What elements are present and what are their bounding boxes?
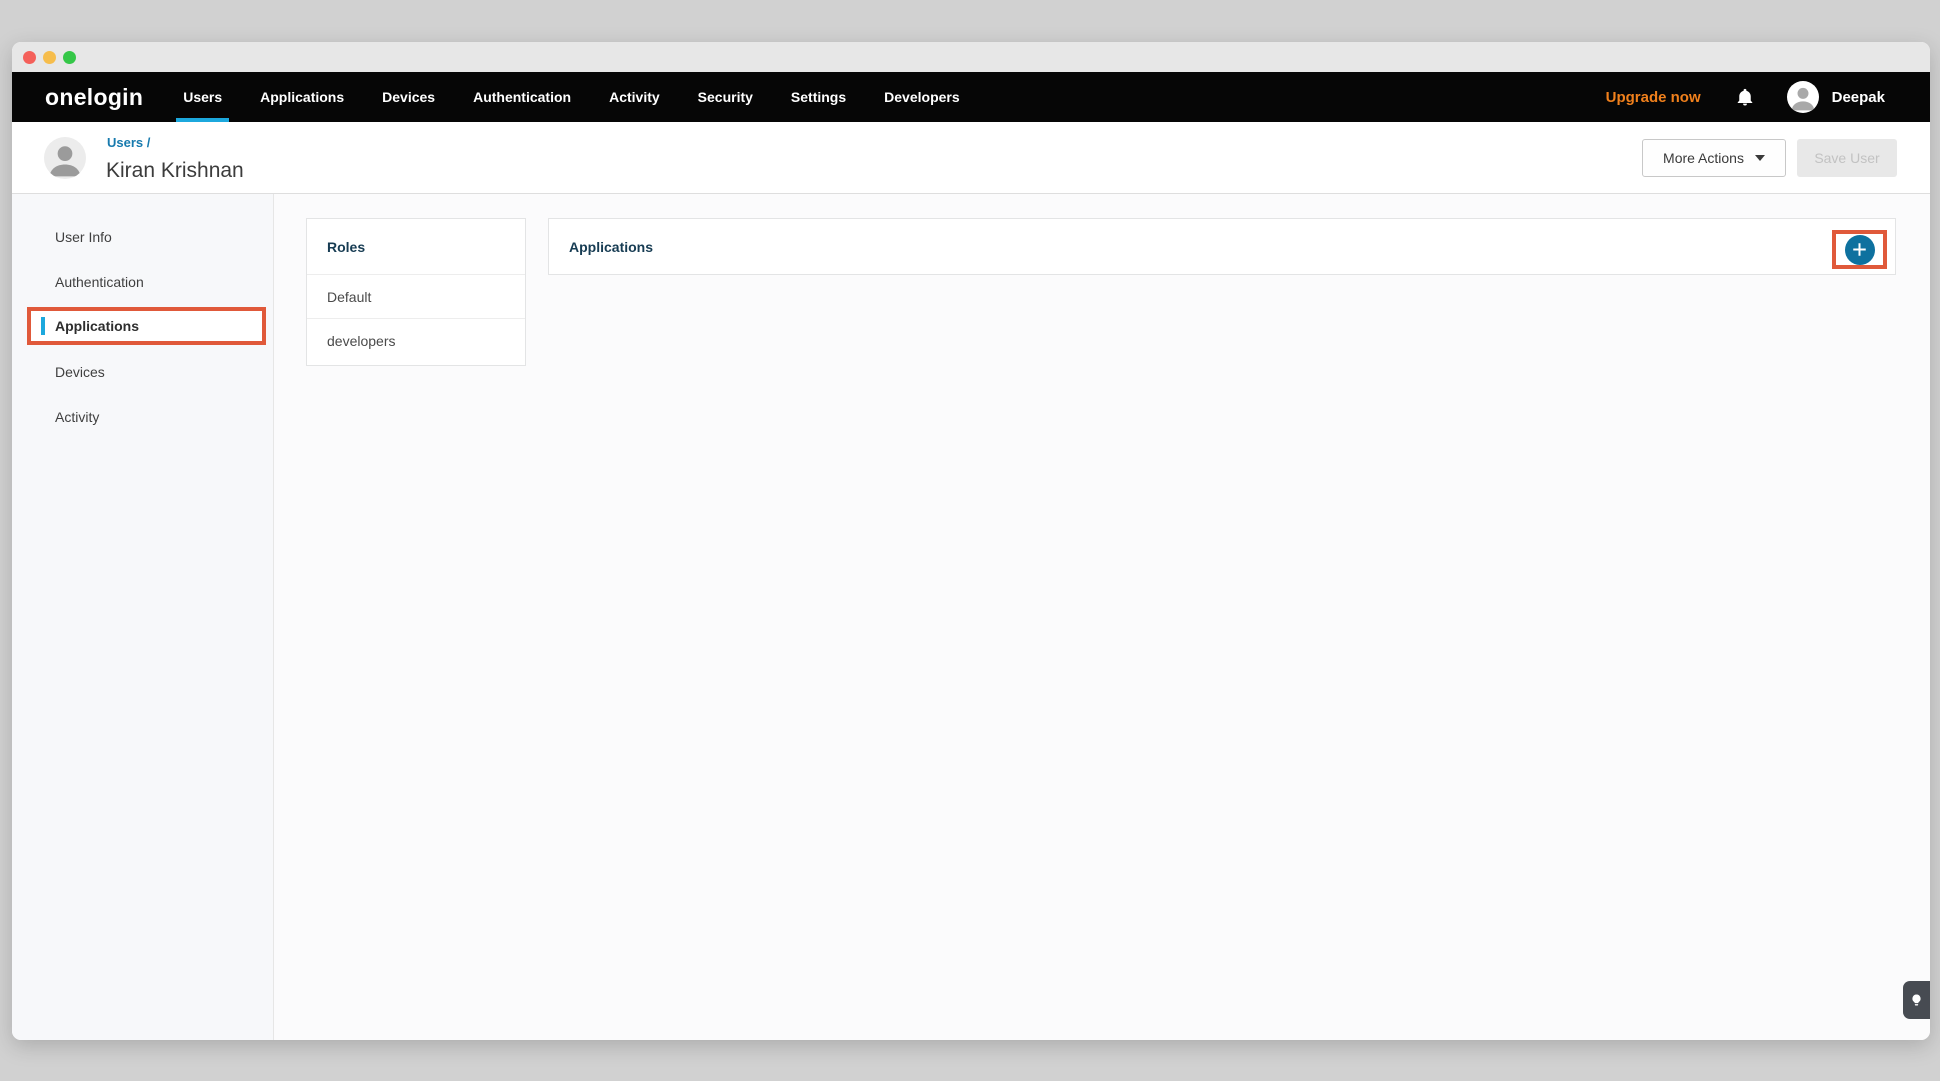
close-window-button[interactable]	[23, 51, 36, 64]
applications-panel-title: Applications	[549, 219, 1895, 275]
save-user-button[interactable]: Save User	[1797, 139, 1897, 177]
roles-panel: Roles Default developers	[306, 218, 526, 366]
sidebar-item-user-info[interactable]: User Info	[12, 214, 273, 259]
upgrade-now-link[interactable]: Upgrade now	[1606, 89, 1701, 106]
page-header: Users / Kiran Krishnan More Actions Save…	[12, 122, 1930, 194]
onelogin-logo[interactable]: onelogin	[45, 84, 143, 111]
page-title: Kiran Krishnan	[106, 159, 244, 183]
nav-menu: Users Applications Devices Authenticatio…	[164, 72, 978, 122]
nav-item-applications[interactable]: Applications	[241, 72, 363, 122]
nav-item-authentication[interactable]: Authentication	[454, 72, 590, 122]
nav-item-developers[interactable]: Developers	[865, 72, 978, 122]
top-nav: onelogin Users Applications Devices Auth…	[12, 72, 1930, 122]
role-row-developers[interactable]: developers	[307, 319, 525, 363]
nav-item-activity[interactable]: Activity	[590, 72, 679, 122]
plus-icon	[1852, 242, 1867, 257]
window-titlebar	[12, 42, 1930, 72]
add-application-button[interactable]	[1845, 235, 1875, 265]
chevron-down-icon	[1755, 155, 1765, 161]
roles-panel-title: Roles	[307, 219, 525, 275]
lightbulb-icon	[1909, 993, 1924, 1008]
nav-item-security[interactable]: Security	[679, 72, 772, 122]
help-lightbulb-tab[interactable]	[1903, 981, 1930, 1019]
main-panel: Roles Default developers Applications	[274, 194, 1930, 1040]
role-row-default[interactable]: Default	[307, 275, 525, 319]
nav-item-users[interactable]: Users	[164, 72, 241, 122]
app-window: onelogin Users Applications Devices Auth…	[12, 42, 1930, 1040]
zoom-window-button[interactable]	[63, 51, 76, 64]
nav-item-devices[interactable]: Devices	[363, 72, 454, 122]
nav-right-cluster: Upgrade now Deepak	[1606, 81, 1885, 113]
account-name[interactable]: Deepak	[1832, 89, 1885, 106]
more-actions-label: More Actions	[1663, 150, 1744, 166]
minimize-window-button[interactable]	[43, 51, 56, 64]
content-area: User Info Authentication Applications De…	[12, 194, 1930, 1040]
applications-panel: Applications	[548, 218, 1896, 275]
sidebar-item-authentication[interactable]: Authentication	[12, 259, 273, 304]
sidebar-item-activity[interactable]: Activity	[12, 394, 273, 439]
notifications-bell-icon[interactable]	[1735, 87, 1755, 107]
more-actions-button[interactable]: More Actions	[1642, 139, 1786, 177]
annotation-box-add-application	[1832, 230, 1887, 269]
nav-item-settings[interactable]: Settings	[772, 72, 865, 122]
sidebar: User Info Authentication Applications De…	[12, 194, 274, 1040]
sidebar-item-devices[interactable]: Devices	[12, 349, 273, 394]
user-avatar	[44, 137, 86, 179]
sidebar-item-applications[interactable]: Applications	[27, 307, 266, 345]
breadcrumb[interactable]: Users /	[107, 135, 150, 150]
account-avatar[interactable]	[1787, 81, 1819, 113]
